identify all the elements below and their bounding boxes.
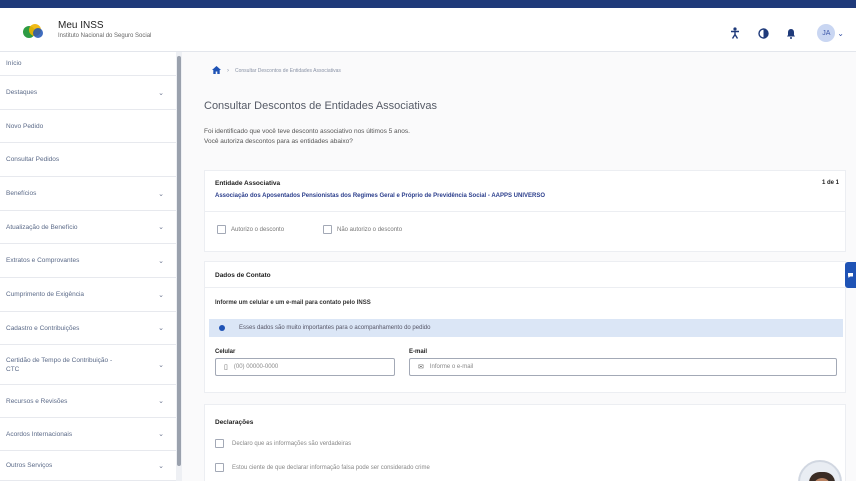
sidebar-item-label: Destaques: [6, 89, 38, 96]
avatar: JA: [817, 24, 836, 42]
chevron-down-icon: ⌄: [158, 431, 164, 438]
contact-card: Dados de Contato Informe um celular e um…: [204, 261, 846, 393]
entity-name: Associação dos Aposentados Pensionistas …: [215, 193, 545, 199]
breadcrumb-current: Consultar Descontos de Entidades Associa…: [235, 68, 341, 74]
declarations-title: Declarações: [215, 419, 254, 426]
chevron-down-icon: ⌄: [158, 462, 164, 470]
declaration-checkbox[interactable]: [215, 463, 224, 472]
user-menu[interactable]: JA ⌄: [813, 22, 848, 44]
inss-logo[interactable]: [22, 22, 44, 40]
main-content: › Consultar Descontos de Entidades Assoc…: [182, 52, 856, 481]
info-alert-text: Esses dados são muito importantes para o…: [239, 325, 431, 331]
contact-card-title: Dados de Contato: [215, 272, 271, 279]
header: Meu INSS Instituto Nacional do Seguro So…: [0, 8, 856, 52]
sidebar-item-cadastro[interactable]: Cadastro e Contribuições ⌄: [0, 312, 176, 345]
sidebar-item-extratos[interactable]: Extratos e Comprovantes ⌄: [0, 244, 176, 278]
chevron-down-icon: ⌄: [158, 190, 164, 198]
sidebar-item-label: Novo Pedido: [6, 122, 44, 130]
entity-card: Entidade Associativa 1 de 1 Associação d…: [204, 170, 846, 252]
email-placeholder: Informe o e-mail: [429, 364, 474, 370]
declaration-item[interactable]: Estou ciente de que declarar informação …: [215, 463, 430, 472]
not-authorize-label: Não autorizo o desconto: [337, 226, 403, 233]
chevron-down-icon: ⌄: [158, 361, 164, 369]
brand-title: Meu INSS: [58, 20, 104, 31]
top-accent-bar: [0, 0, 856, 8]
sidebar-item-outros[interactable]: Outros Serviços ⌄: [0, 451, 176, 481]
authorize-option[interactable]: Autorizo o desconto: [217, 225, 284, 234]
sidebar-item-exigencia[interactable]: Cumprimento de Exigência ⌄: [0, 278, 176, 312]
declaration-item[interactable]: Declaro que as informações são verdadeir…: [215, 439, 351, 448]
email-field[interactable]: ✉ Informe o e-mail: [409, 358, 837, 376]
chevron-down-icon: ⌄: [158, 291, 164, 299]
breadcrumb: › Consultar Descontos de Entidades Assoc…: [212, 66, 341, 76]
entity-card-title: Entidade Associativa: [215, 180, 281, 187]
home-icon[interactable]: [212, 66, 221, 76]
sidebar-item-ctc[interactable]: Certidão de Tempo de Contribuição - CTC ⌄: [0, 345, 176, 385]
sidebar-item-beneficios[interactable]: Benefícios ⌄: [0, 177, 176, 211]
entity-counter: 1 de 1: [821, 180, 839, 186]
divider: [205, 211, 845, 212]
contrast-icon[interactable]: [757, 26, 769, 40]
contact-card-header: Dados de Contato: [205, 262, 845, 288]
sidebar: Início Destaques ⌄ Novo Pedido Consultar …: [0, 52, 176, 481]
bell-icon[interactable]: [785, 26, 797, 40]
sidebar-item-label: Cumprimento de Exigência: [6, 291, 85, 298]
sidebar-item-label: Acordos Internacionais: [6, 430, 73, 438]
authorize-label: Autorizo o desconto: [231, 226, 285, 233]
info-icon: [219, 325, 225, 331]
phone-icon: ▯: [224, 364, 228, 371]
sidebar-item-label: Início: [6, 60, 22, 67]
phone-label: Celular: [215, 349, 236, 355]
sidebar-item-inicio[interactable]: Início: [0, 52, 176, 76]
chevron-down-icon: ⌄: [158, 325, 164, 332]
intro-text: Foi identificado que você teve desconto …: [204, 128, 410, 135]
declarations-card: Declarações Declaro que as informações s…: [204, 404, 846, 481]
sidebar-item-atualizacao-beneficio[interactable]: Atualização de Benefício ⌄: [0, 211, 176, 244]
accessibility-icon[interactable]: [729, 26, 741, 40]
chat-tab-button[interactable]: [845, 262, 856, 288]
declaration-checkbox[interactable]: [215, 439, 224, 448]
sidebar-item-label: Cadastro e Contribuições: [6, 324, 80, 332]
chevron-down-icon: ⌄: [158, 89, 164, 97]
chevron-down-icon: ⌄: [158, 224, 164, 231]
info-alert: Esses dados são muito importantes para o…: [209, 319, 843, 337]
phone-field[interactable]: ▯ (00) 00000-0000: [215, 358, 395, 376]
intro-question: Você autoriza descontos para as entidade…: [204, 138, 353, 145]
declaration-text: Estou ciente de que declarar informação …: [232, 464, 430, 471]
sidebar-item-acordos[interactable]: Acordos Internacionais ⌄: [0, 418, 176, 451]
sidebar-item-novo-pedido[interactable]: Novo Pedido: [0, 110, 176, 143]
header-actions: JA ⌄: [729, 22, 848, 44]
chevron-down-icon: ⌄: [158, 398, 164, 405]
phone-placeholder: (00) 00000-0000: [233, 364, 279, 370]
contact-instructions: Informe um celular e um e-mail para cont…: [215, 300, 371, 306]
not-authorize-checkbox[interactable]: [323, 225, 332, 234]
sidebar-item-label: Benefícios: [6, 190, 37, 197]
declaration-text: Declaro que as informações são verdadeir…: [232, 440, 352, 447]
email-label: E-mail: [409, 349, 428, 355]
sidebar-item-label: Recursos e Revisões: [6, 397, 68, 405]
chevron-right-icon: ›: [227, 68, 229, 74]
sidebar-item-label: Atualização de Benefício: [6, 223, 78, 231]
chevron-down-icon: ⌄: [158, 257, 164, 265]
page-title: Consultar Descontos de Entidades Associa…: [204, 100, 437, 112]
sidebar-item-recursos[interactable]: Recursos e Revisões ⌄: [0, 385, 176, 418]
sidebar-item-label: Outros Serviços: [6, 462, 53, 469]
sidebar-item-consultar-pedidos[interactable]: Consultar Pedidos: [0, 143, 176, 177]
brand-subtitle: Instituto Nacional do Seguro Social: [58, 33, 152, 39]
sidebar-item-destaques[interactable]: Destaques ⌄: [0, 76, 176, 110]
authorize-checkbox[interactable]: [217, 225, 226, 234]
sidebar-item-label: Certidão de Tempo de Contribuição - CTC: [6, 356, 113, 373]
not-authorize-option[interactable]: Não autorizo o desconto: [323, 225, 402, 234]
chevron-down-icon: ⌄: [837, 28, 844, 38]
mail-icon: ✉: [418, 364, 424, 371]
sidebar-scrollbar-thumb[interactable]: [177, 56, 181, 466]
sidebar-item-label: Consultar Pedidos: [6, 156, 60, 163]
sidebar-item-label: Extratos e Comprovantes: [6, 257, 80, 264]
